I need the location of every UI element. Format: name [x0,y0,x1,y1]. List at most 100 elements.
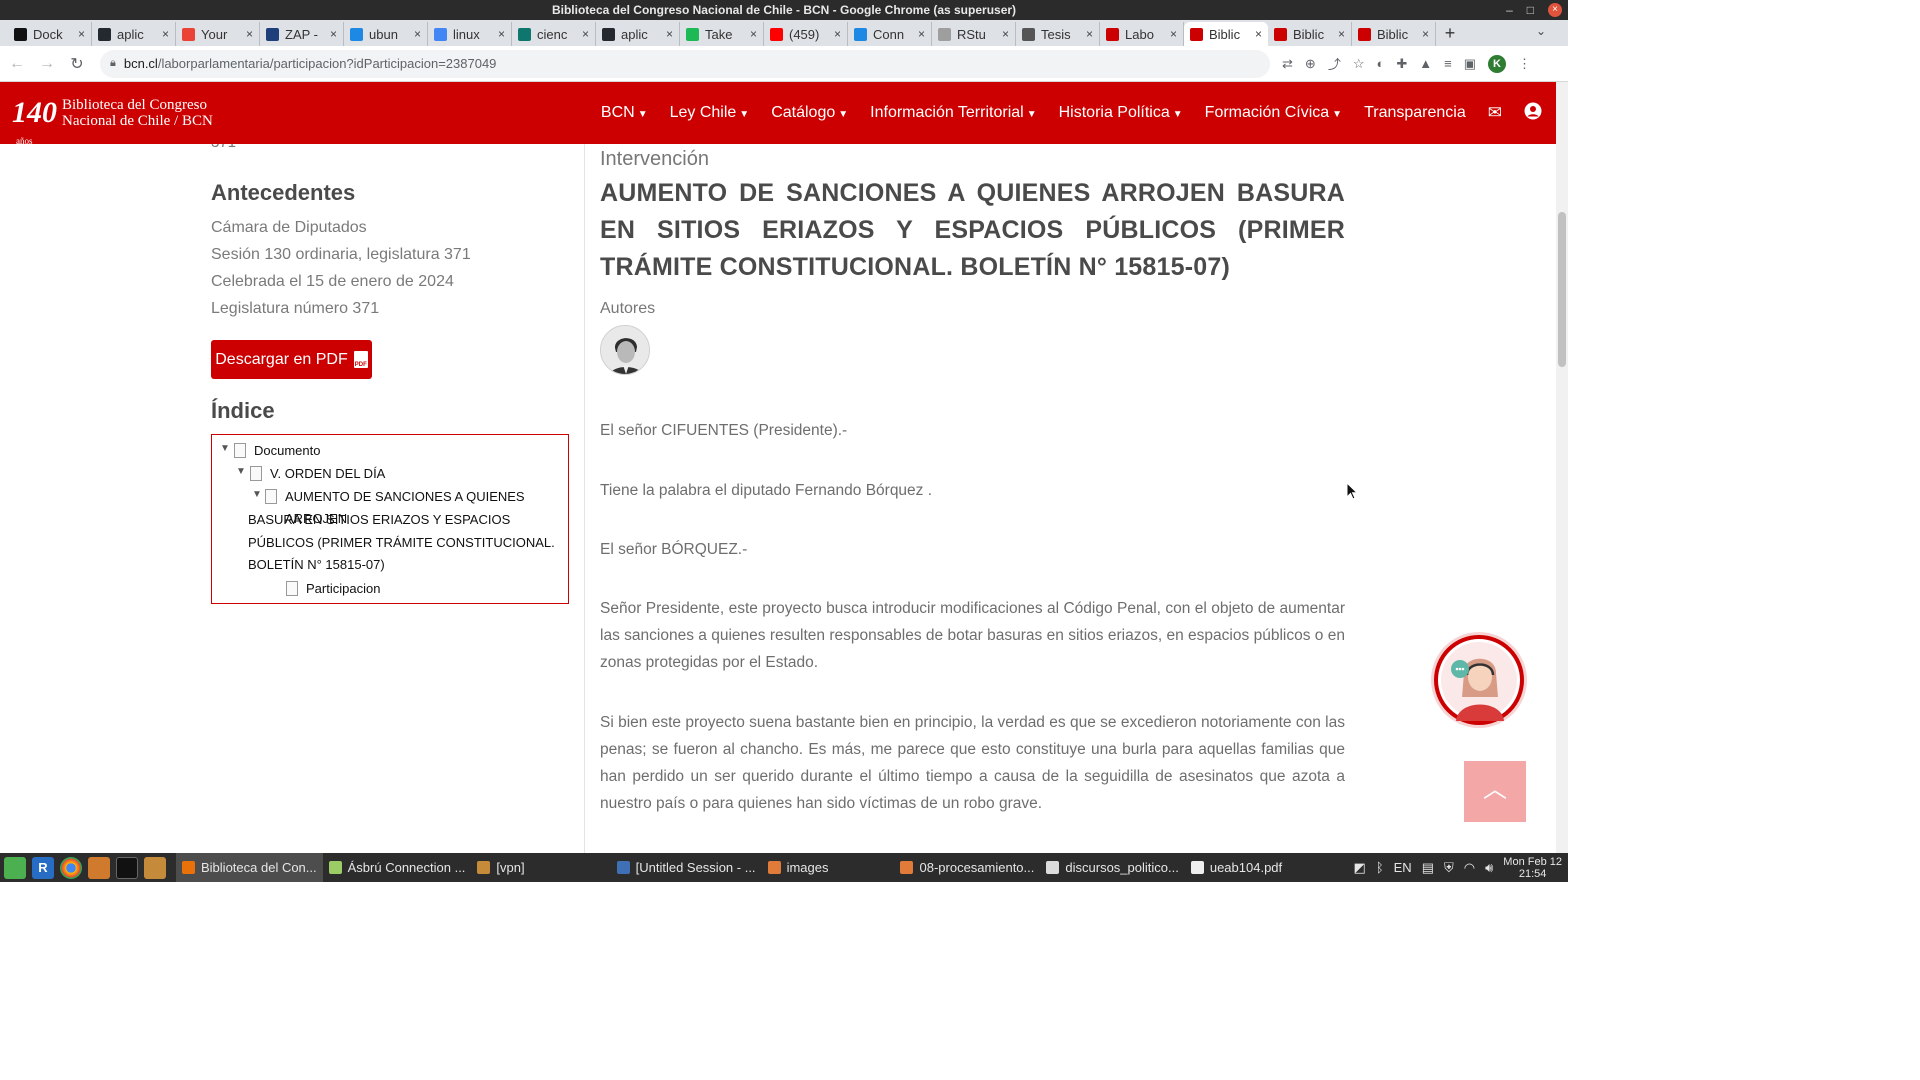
taskbar-window-button[interactable]: 08-procesamiento... [894,853,1040,882]
labs-flask-icon[interactable]: ▲ [1419,56,1432,71]
tab-close-icon[interactable]: × [582,27,589,41]
browser-tab[interactable]: Biblic × [1268,22,1352,46]
tab-close-icon[interactable]: × [498,27,505,41]
tree-node-documento[interactable]: ▼ Documento [220,443,320,462]
profile-avatar[interactable]: K [1488,54,1507,73]
tab-close-icon[interactable]: × [1338,27,1345,41]
extension-icon[interactable]: ◐ [1376,56,1384,71]
nav-item[interactable]: Ley Chile ▼ [670,104,750,122]
files-icon[interactable] [88,856,110,879]
browser-tab[interactable]: Conn × [848,22,932,46]
keyboard-layout[interactable]: EN [1394,860,1412,875]
taskbar-window-button[interactable]: Ásbrú Connection ... [323,853,472,882]
browser-tab[interactable]: linux × [428,22,512,46]
tab-close-icon[interactable]: × [750,27,757,41]
tab-close-icon[interactable]: × [162,27,169,41]
tab-close-icon[interactable]: × [78,27,85,41]
address-bar[interactable]: 🔒︎ bcn.cl/laborparlamentaria/participaci… [100,49,1270,78]
chrome-icon[interactable] [60,856,82,879]
browser-tab[interactable]: aplic × [596,22,680,46]
browser-tab[interactable]: Dock × [8,22,92,46]
reload-icon[interactable]: ↻ [64,54,90,74]
browser-tab[interactable]: RStu × [932,22,1016,46]
mail-icon[interactable]: ✉ [1488,103,1502,123]
bookmark-star-icon[interactable]: ☆ [1353,56,1365,72]
clipboard-icon[interactable]: ▤ [1422,860,1434,876]
new-tab-button[interactable]: + [1436,22,1464,46]
clock[interactable]: Mon Feb 12 21:54 [1503,856,1562,880]
wifi-icon[interactable]: ◠ [1464,860,1475,876]
tab-close-icon[interactable]: × [414,27,421,41]
scroll-to-top-button[interactable]: ︿ [1464,761,1526,822]
nav-item[interactable]: BCN ▼ [601,104,648,122]
network-manager-icon[interactable]: ◩ [1354,860,1366,876]
reading-list-icon[interactable]: ≡ [1444,56,1452,71]
taskbar-window-button[interactable]: Biblioteca del Con... [176,853,323,882]
menu-kebab-icon[interactable]: ⋮ [1518,56,1531,72]
tab-close-icon[interactable]: × [918,27,925,41]
vpn-shield-icon[interactable]: ⛨ [1444,860,1454,876]
maximize-button[interactable]: □ [1527,0,1534,20]
user-account-icon[interactable] [1524,102,1542,125]
tab-close-icon[interactable]: × [1422,27,1429,41]
page-scrollbar[interactable] [1556,82,1568,853]
author-avatar[interactable] [600,325,650,375]
tab-close-icon[interactable]: × [330,27,337,41]
browser-tab[interactable]: Take × [680,22,764,46]
nav-item[interactable]: Catálogo ▼ [771,104,848,122]
browser-tab[interactable]: Tesis × [1016,22,1100,46]
browser-tab[interactable]: Biblic × [1184,22,1268,46]
expand-triangle-icon[interactable]: ▼ [252,489,265,500]
browser-tab[interactable]: Your × [176,22,260,46]
forward-arrow-icon[interactable]: → [34,55,60,73]
zoom-icon[interactable]: ⊕ [1305,56,1316,72]
terminal-icon[interactable] [116,856,138,879]
chat-assistant-button[interactable] [1434,635,1524,725]
browser-tab[interactable]: aplic × [92,22,176,46]
tree-node-orden-del-dia[interactable]: ▼ V. ORDEN DEL DÍA [236,466,385,485]
puzzle-extensions-icon[interactable]: ✚ [1396,56,1407,72]
nav-item[interactable]: Información Territorial ▼ [870,104,1036,122]
taskbar-window-button[interactable]: [Untitled Session - ... [611,853,762,882]
show-desktop-icon[interactable] [4,856,26,879]
browser-tab[interactable]: ZAP - × [260,22,344,46]
expand-triangle-icon[interactable]: ▼ [236,466,250,477]
bcn-logo[interactable]: 140 años Biblioteca del Congreso Naciona… [12,97,213,146]
taskbar-window-button[interactable]: ueab104.pdf [1185,853,1288,882]
tab-close-icon[interactable]: × [1086,27,1093,41]
tab-close-icon[interactable]: × [1170,27,1177,41]
back-arrow-icon[interactable]: ← [4,55,30,73]
close-window-button[interactable]: × [1548,3,1562,17]
browser-tab[interactable]: Biblic × [1352,22,1436,46]
taskbar-window-button[interactable]: [vpn] [471,853,530,882]
tree-label-boletin-rest[interactable]: BASURA EN SITIOS ERIAZOS Y ESPACIOS PÚBL… [248,509,564,577]
browser-tab[interactable]: ubun × [344,22,428,46]
lock-icon[interactable]: 🔒︎ [110,57,116,70]
taskbar-window-button[interactable]: discursos_politico... [1040,853,1184,882]
browser-tab[interactable]: cienc × [512,22,596,46]
tab-search-icon[interactable]: ⌄ [1536,24,1546,38]
download-pdf-button[interactable]: Descargar en PDF PDF [211,340,372,379]
tab-close-icon[interactable]: × [246,27,253,41]
tab-close-icon[interactable]: × [834,27,841,41]
tree-node-participacion[interactable]: Participacion [286,581,380,600]
folder-icon[interactable] [144,856,166,879]
browser-tab[interactable]: Labo × [1100,22,1184,46]
translate-icon[interactable]: ⇄ [1282,56,1293,72]
volume-icon[interactable]: 🔊︎ [1485,860,1493,876]
minimize-button[interactable]: – [1506,0,1513,20]
r-app-icon[interactable]: R [32,856,54,879]
nav-item[interactable]: Formación Cívica ▼ [1205,104,1342,122]
scrollbar-thumb[interactable] [1558,212,1566,367]
share-icon[interactable]: ⤴ [1328,54,1341,73]
nav-item[interactable]: Transparencia [1364,104,1466,122]
nav-item[interactable]: Historia Política ▼ [1059,104,1183,122]
tab-close-icon[interactable]: × [666,27,673,41]
browser-tab[interactable]: (459) × [764,22,848,46]
bluetooth-icon[interactable]: ᛒ [1376,860,1384,875]
side-panel-icon[interactable]: ▣ [1464,56,1476,72]
tab-close-icon[interactable]: × [1255,27,1262,41]
taskbar-window-button[interactable]: images [762,853,835,882]
expand-triangle-icon[interactable]: ▼ [220,443,234,454]
tab-close-icon[interactable]: × [1002,27,1009,41]
